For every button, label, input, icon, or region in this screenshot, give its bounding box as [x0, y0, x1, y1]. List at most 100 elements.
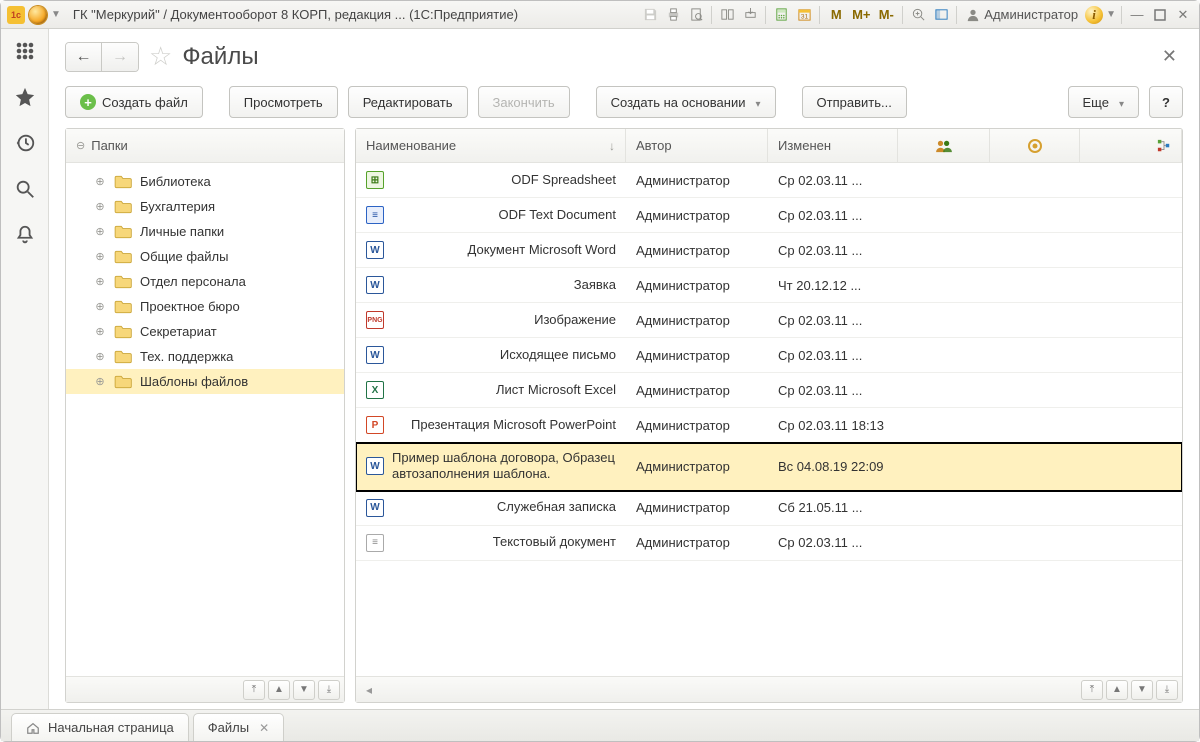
save-icon[interactable]: [640, 5, 660, 25]
calculator-icon[interactable]: [771, 5, 791, 25]
file-type-icon: PNG: [366, 311, 384, 329]
hscroll-left-icon[interactable]: ◂: [360, 683, 372, 697]
column-modified[interactable]: Изменен: [768, 129, 898, 162]
file-name: Исходящее письмо: [500, 347, 616, 363]
memory-mplus-button[interactable]: M+: [850, 5, 872, 25]
table-row[interactable]: PПрезентация Microsoft PowerPointАдминис…: [356, 408, 1182, 443]
page-close-button[interactable]: ✕: [1156, 42, 1183, 71]
compare-icon[interactable]: [717, 5, 737, 25]
expand-icon[interactable]: ⊕: [94, 375, 106, 388]
tree-item-label: Отдел персонала: [140, 274, 246, 289]
table-row[interactable]: ≡Текстовый документАдминистраторСр 02.03…: [356, 526, 1182, 561]
column-editors[interactable]: [898, 129, 990, 162]
create-file-button[interactable]: +Создать файл: [65, 86, 203, 118]
notifications-icon[interactable]: [13, 223, 37, 247]
tab-files[interactable]: Файлы ✕: [193, 713, 284, 741]
expand-icon[interactable]: ⊕: [94, 325, 106, 338]
tree-item[interactable]: ⊕Проектное бюро: [66, 294, 344, 319]
view-button[interactable]: Просмотреть: [229, 86, 338, 118]
more-button[interactable]: Еще: [1068, 86, 1139, 118]
favorite-star-icon[interactable]: ☆: [149, 41, 172, 72]
tree-item[interactable]: ⊕Общие файлы: [66, 244, 344, 269]
tree-item[interactable]: ⊕Библиотека: [66, 169, 344, 194]
nav-forward-button[interactable]: →: [102, 43, 138, 71]
tree-item[interactable]: ⊕Личные папки: [66, 219, 344, 244]
expand-icon[interactable]: ⊕: [94, 225, 106, 238]
table-row[interactable]: WЗаявкаАдминистраторЧт 20.12.12 ...: [356, 268, 1182, 303]
file-modified: Ср 02.03.11 18:13: [778, 418, 884, 433]
expand-icon[interactable]: ⊕: [94, 350, 106, 363]
table-row[interactable]: ⊞ODF SpreadsheetАдминистраторСр 02.03.11…: [356, 163, 1182, 198]
tab-close-icon[interactable]: ✕: [259, 721, 269, 735]
memory-m-button[interactable]: M: [825, 5, 847, 25]
history-icon[interactable]: [13, 131, 37, 155]
file-author: Администратор: [636, 535, 730, 550]
table-row[interactable]: WПример шаблона договора, Образец автоза…: [356, 443, 1182, 491]
tree-item[interactable]: ⊕ Секретариат: [66, 319, 344, 344]
table-body: ⊞ODF SpreadsheetАдминистраторСр 02.03.11…: [356, 163, 1182, 676]
edit-button[interactable]: Редактировать: [348, 86, 468, 118]
info-icon[interactable]: i: [1085, 6, 1103, 24]
file-name: Документ Microsoft Word: [468, 242, 616, 258]
table-row[interactable]: WИсходящее письмоАдминистраторСр 02.03.1…: [356, 338, 1182, 373]
preview-icon[interactable]: [686, 5, 706, 25]
table-row[interactable]: WСлужебная запискаАдминистраторСб 21.05.…: [356, 491, 1182, 526]
finish-button: Закончить: [478, 86, 570, 118]
table-scroll-up-button[interactable]: ▲: [1106, 680, 1128, 700]
tree-item[interactable]: ⊕Бухгалтерия: [66, 194, 344, 219]
panels-icon[interactable]: [931, 5, 951, 25]
expand-icon[interactable]: ⊕: [94, 250, 106, 263]
expand-icon[interactable]: ⊕: [94, 300, 106, 313]
export-icon[interactable]: [740, 5, 760, 25]
tree-header[interactable]: ⊖ Папки: [66, 129, 344, 163]
tree-item[interactable]: ⊕Шаблоны файлов: [66, 369, 344, 394]
window-minimize-button[interactable]: —: [1127, 5, 1147, 25]
tree-scroll-bottom-button[interactable]: ⤓: [318, 680, 340, 700]
search-icon[interactable]: [13, 177, 37, 201]
column-author[interactable]: Автор: [626, 129, 768, 162]
memory-mminus-button[interactable]: M-: [875, 5, 897, 25]
tree-item[interactable]: ⊕ Отдел персонала: [66, 269, 344, 294]
send-button[interactable]: Отправить...: [802, 86, 907, 118]
expand-icon[interactable]: ⊕: [94, 175, 106, 188]
tree-scroll-up-button[interactable]: ▲: [268, 680, 290, 700]
tree-footer: ⤒ ▲ ▼ ⤓: [66, 676, 344, 702]
table-scroll-top-button[interactable]: ⤒: [1081, 680, 1103, 700]
column-name[interactable]: Наименование↓: [356, 129, 626, 162]
table-scroll-down-button[interactable]: ▼: [1131, 680, 1153, 700]
theme-caret-icon[interactable]: ▼: [51, 9, 61, 20]
zoom-icon[interactable]: [908, 5, 928, 25]
print-icon[interactable]: [663, 5, 683, 25]
column-signed[interactable]: [990, 129, 1080, 162]
favorites-icon[interactable]: [13, 85, 37, 109]
tab-home[interactable]: Начальная страница: [11, 713, 189, 741]
table-row[interactable]: XЛист Microsoft ExcelАдминистраторСр 02.…: [356, 373, 1182, 408]
calendar-icon[interactable]: 31: [794, 5, 814, 25]
tree-item[interactable]: ⊕Тех. поддержка: [66, 344, 344, 369]
table-header: Наименование↓ Автор Изменен: [356, 129, 1182, 163]
create-based-button[interactable]: Создать на основании: [596, 86, 776, 118]
window-maximize-button[interactable]: [1150, 5, 1170, 25]
bottom-tabs: Начальная страница Файлы ✕: [1, 709, 1199, 741]
theme-dropdown-icon[interactable]: [29, 6, 47, 24]
nav-back-button[interactable]: ←: [66, 43, 102, 71]
table-row[interactable]: ≡ODF Text DocumentАдминистраторСр 02.03.…: [356, 198, 1182, 233]
file-type-icon: X: [366, 381, 384, 399]
info-caret-icon[interactable]: ▼: [1106, 9, 1116, 20]
file-name: Пример шаблона договора, Образец автозап…: [392, 450, 616, 483]
app-logo-icon: 1c: [7, 6, 25, 24]
window-close-button[interactable]: ✕: [1173, 5, 1193, 25]
column-tasks[interactable]: [1080, 129, 1182, 162]
help-button[interactable]: ?: [1149, 86, 1183, 118]
expand-icon[interactable]: ⊕: [94, 275, 106, 288]
current-user[interactable]: Администратор: [962, 7, 1082, 22]
file-author: Администратор: [636, 418, 730, 433]
tree-scroll-top-button[interactable]: ⤒: [243, 680, 265, 700]
tree-item-label: Секретариат: [140, 324, 217, 339]
table-row[interactable]: WДокумент Microsoft WordАдминистраторСр …: [356, 233, 1182, 268]
tree-scroll-down-button[interactable]: ▼: [293, 680, 315, 700]
table-scroll-bottom-button[interactable]: ⤓: [1156, 680, 1178, 700]
sections-icon[interactable]: [13, 39, 37, 63]
table-row[interactable]: PNGИзображениеАдминистраторСр 02.03.11 .…: [356, 303, 1182, 338]
expand-icon[interactable]: ⊕: [94, 200, 106, 213]
